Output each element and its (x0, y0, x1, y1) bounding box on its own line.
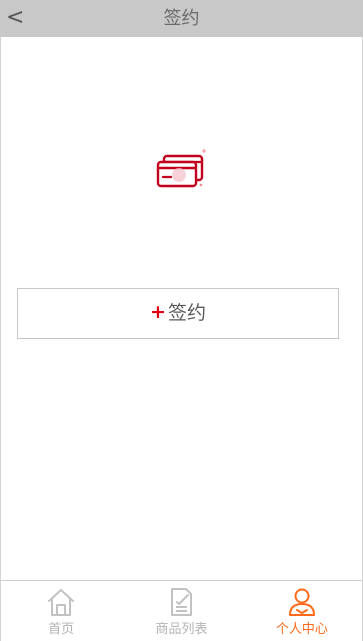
tab-personal-center[interactable]: 个人中心 (242, 581, 362, 641)
bottom-tab-bar: 首页 商品列表 个人中心 (1, 580, 362, 641)
header-bar: 签约 < (0, 0, 363, 37)
sign-contract-button[interactable]: + 签约 (17, 288, 339, 339)
page-title: 签约 (163, 8, 200, 29)
tab-product-list-label: 商品列表 (155, 622, 208, 637)
tab-product-list[interactable]: 商品列表 (121, 581, 241, 641)
tab-personal-center-label: 个人中心 (275, 622, 328, 637)
tab-home[interactable]: 首页 (1, 581, 121, 641)
home-icon (48, 589, 75, 616)
credit-card-icon (156, 149, 206, 188)
tab-home-label: 首页 (48, 622, 75, 637)
user-icon (288, 588, 315, 616)
sign-button-label: 签约 (167, 302, 206, 324)
document-list-icon (171, 588, 193, 616)
back-button[interactable]: < (6, 4, 32, 32)
plus-icon: + (150, 301, 166, 323)
